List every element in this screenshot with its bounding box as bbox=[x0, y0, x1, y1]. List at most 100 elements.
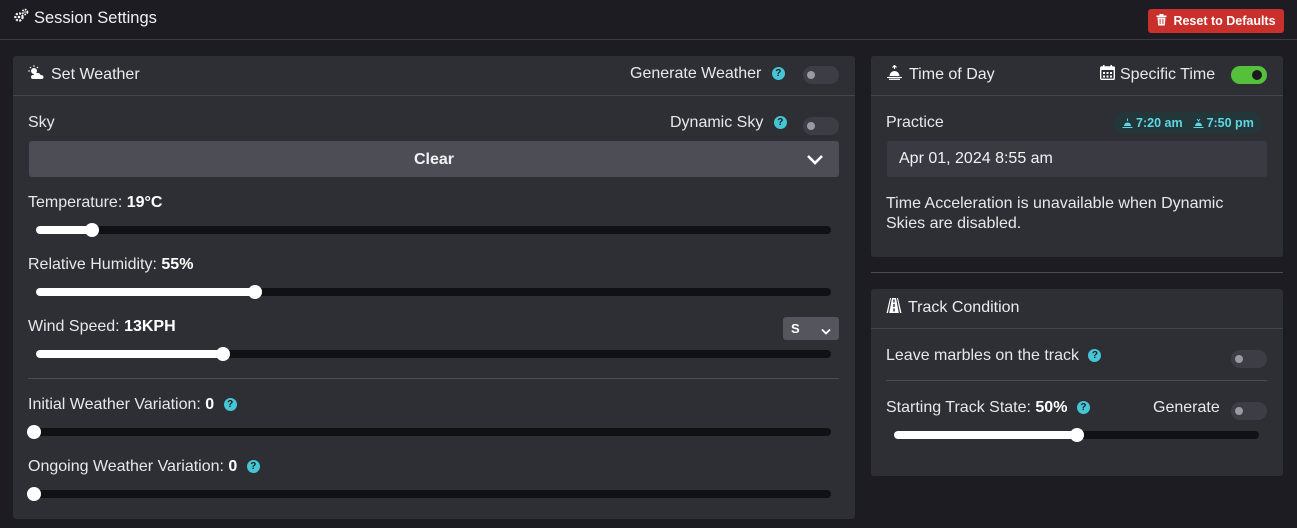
sunrise-time-text: 7:20 am bbox=[1136, 116, 1183, 130]
sky-select[interactable]: Clear bbox=[29, 141, 839, 177]
divider bbox=[871, 272, 1283, 273]
sky-select-value: Clear bbox=[413, 151, 455, 168]
initial-variation-value: 0 bbox=[205, 396, 215, 413]
specific-time-toggle[interactable] bbox=[1231, 66, 1267, 84]
weather-panel-title-text: Set Weather bbox=[51, 66, 140, 83]
ongoing-variation-slider[interactable] bbox=[27, 487, 831, 501]
slider-thumb[interactable] bbox=[248, 285, 262, 299]
help-icon[interactable]: ? bbox=[246, 460, 260, 474]
specific-time-label-group: Specific Time bbox=[1099, 65, 1216, 85]
wind-slider[interactable] bbox=[36, 347, 831, 361]
temperature-value: 19°C bbox=[126, 194, 163, 211]
specific-time-label: Specific Time bbox=[1120, 66, 1216, 83]
generate-track-toggle[interactable] bbox=[1231, 402, 1267, 420]
starting-state-label: Starting Track State: bbox=[886, 399, 1031, 416]
humidity-label: Relative Humidity: bbox=[28, 256, 157, 273]
wind-label: Wind Speed: bbox=[28, 318, 120, 335]
toggle-knob bbox=[1252, 70, 1262, 80]
dynamic-sky-toggle[interactable] bbox=[803, 117, 839, 135]
generate-weather-label: Generate Weather bbox=[630, 65, 762, 82]
slider-thumb[interactable] bbox=[85, 223, 99, 237]
weather-panel-title: Set Weather bbox=[28, 65, 140, 85]
track-condition-panel: Track Condition Leave marbles on the tra… bbox=[871, 289, 1283, 476]
toggle-knob bbox=[807, 71, 815, 79]
initial-variation-label-group: Initial Weather Variation: 0 ? bbox=[28, 396, 237, 414]
reset-to-defaults-button[interactable]: Reset to Defaults bbox=[1148, 9, 1284, 33]
trash-icon bbox=[1156, 13, 1167, 29]
session-datetime-input[interactable]: Apr 01, 2024 8:55 am bbox=[887, 141, 1267, 177]
starting-state-slider[interactable] bbox=[894, 428, 1259, 442]
slider-fill bbox=[894, 431, 1077, 439]
toggle-knob bbox=[1235, 407, 1243, 415]
starting-state-value: 50% bbox=[1035, 399, 1068, 416]
sunset-time-text: 7:50 pm bbox=[1206, 116, 1254, 130]
help-icon[interactable]: ? bbox=[773, 116, 787, 130]
marbles-label-group: Leave marbles on the track ? bbox=[886, 347, 1102, 365]
track-condition-title-text: Track Condition bbox=[908, 299, 1020, 316]
chevron-down-icon bbox=[821, 324, 831, 339]
session-label: Practice bbox=[886, 114, 944, 131]
session-datetime-value: Apr 01, 2024 8:55 am bbox=[899, 150, 1053, 167]
help-icon[interactable]: ? bbox=[223, 398, 237, 412]
page-title-text: Session Settings bbox=[34, 8, 157, 27]
sun-cloud-icon bbox=[28, 65, 45, 85]
initial-variation-label: Initial Weather Variation: bbox=[28, 396, 201, 413]
divider bbox=[28, 378, 839, 379]
generate-track-label: Generate bbox=[1153, 399, 1220, 416]
ongoing-variation-label-group: Ongoing Weather Variation: 0 ? bbox=[28, 458, 260, 476]
toggle-knob bbox=[1235, 355, 1243, 363]
weather-panel: Set Weather Generate Weather ? Sky Dynam… bbox=[13, 56, 855, 519]
help-icon[interactable]: ? bbox=[1088, 349, 1102, 363]
dynamic-sky-label: Dynamic Sky bbox=[670, 114, 764, 131]
time-of-day-panel: Time of Day Specific Time Practice 7:20 … bbox=[871, 56, 1283, 257]
sun-times-badge: 7:20 am 7:50 pm bbox=[1114, 112, 1262, 134]
wind-label-group: Wind Speed: 13KPH bbox=[28, 318, 176, 336]
temperature-slider[interactable] bbox=[36, 223, 831, 237]
track-condition-panel-header: Track Condition bbox=[871, 289, 1283, 329]
sunset-icon bbox=[1193, 118, 1204, 128]
humidity-label-group: Relative Humidity: 55% bbox=[28, 256, 193, 274]
humidity-slider[interactable] bbox=[36, 285, 831, 299]
chevron-down-icon bbox=[806, 153, 824, 171]
wind-direction-value: S bbox=[791, 321, 800, 336]
help-icon[interactable]: ? bbox=[1076, 401, 1090, 415]
temperature-label-group: Temperature: 19°C bbox=[28, 194, 162, 212]
toggle-knob bbox=[807, 122, 815, 130]
cogs-icon bbox=[13, 8, 29, 28]
marbles-toggle[interactable] bbox=[1231, 350, 1267, 368]
dynamic-sky-label-group: Dynamic Sky ? bbox=[670, 114, 787, 132]
time-of-day-title: Time of Day bbox=[886, 64, 995, 85]
wind-value: 13KPH bbox=[124, 318, 176, 335]
divider bbox=[886, 380, 1267, 381]
reset-label: Reset to Defaults bbox=[1173, 14, 1276, 28]
time-of-day-panel-header: Time of Day Specific Time bbox=[871, 56, 1283, 96]
road-icon bbox=[886, 298, 902, 318]
sky-label: Sky bbox=[28, 114, 55, 131]
calendar-icon bbox=[1099, 65, 1116, 85]
marbles-label: Leave marbles on the track bbox=[886, 347, 1079, 364]
generate-weather-toggle[interactable] bbox=[803, 66, 839, 84]
slider-fill bbox=[36, 350, 223, 358]
slider-thumb[interactable] bbox=[1070, 428, 1084, 442]
ongoing-variation-label: Ongoing Weather Variation: bbox=[28, 458, 224, 475]
weather-panel-header: Set Weather Generate Weather ? bbox=[13, 56, 855, 96]
sunrise-time: 7:20 am bbox=[1122, 116, 1183, 130]
slider-thumb[interactable] bbox=[27, 425, 41, 439]
page-title: Session Settings bbox=[13, 8, 157, 28]
sunset-time: 7:50 pm bbox=[1193, 116, 1254, 130]
starting-state-label-group: Starting Track State: 50% ? bbox=[886, 399, 1090, 417]
sunrise-icon bbox=[1122, 118, 1133, 128]
humidity-value: 55% bbox=[161, 256, 194, 273]
initial-variation-slider[interactable] bbox=[27, 425, 831, 439]
generate-weather-label-group: Generate Weather ? bbox=[630, 65, 785, 83]
help-icon[interactable]: ? bbox=[771, 67, 785, 81]
top-bar: Session Settings Reset to Defaults bbox=[0, 0, 1297, 40]
slider-fill bbox=[36, 226, 92, 234]
sunrise-icon bbox=[886, 64, 903, 85]
temperature-label: Temperature: bbox=[28, 194, 123, 211]
slider-fill bbox=[36, 288, 255, 296]
wind-direction-select[interactable]: S bbox=[783, 317, 839, 340]
slider-thumb[interactable] bbox=[27, 487, 41, 501]
slider-thumb[interactable] bbox=[216, 347, 230, 361]
track-condition-title: Track Condition bbox=[886, 298, 1019, 318]
